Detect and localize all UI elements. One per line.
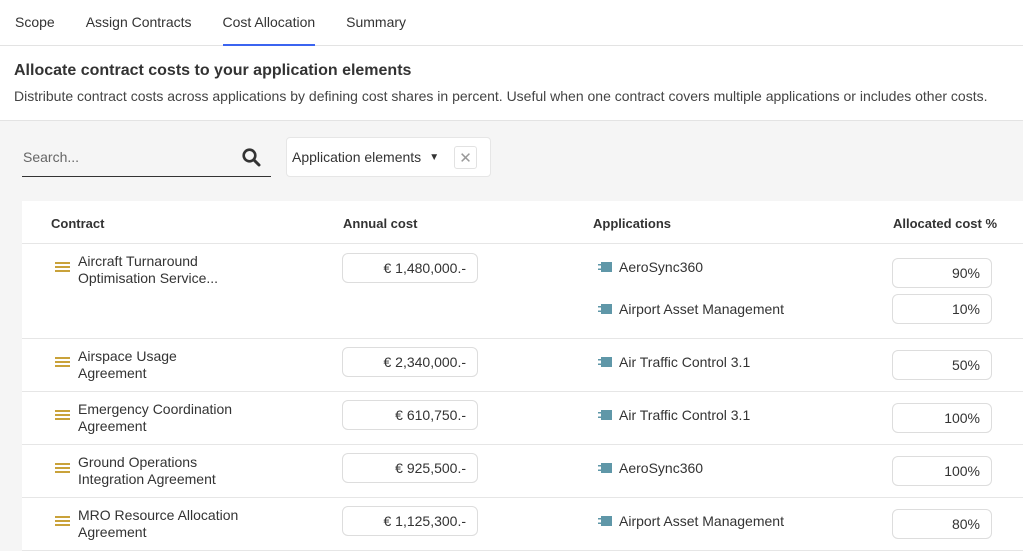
column-applications: Applications xyxy=(593,216,672,231)
search-box xyxy=(22,137,271,177)
column-annual-cost: Annual cost xyxy=(343,216,418,231)
table-row: Airspace Usage Agreement € 2,340,000.- Air… xyxy=(22,339,1023,392)
allocated-percent-input[interactable]: 50% xyxy=(892,350,992,380)
annual-cost-input[interactable]: € 610,750.- xyxy=(342,400,478,430)
column-contract: Contract xyxy=(51,216,105,231)
tab-cost-allocation[interactable]: Cost Allocation xyxy=(222,0,316,46)
contract-icon xyxy=(55,463,70,488)
application-elements-filter[interactable]: Application elements ▼ ✕ xyxy=(286,137,491,177)
application-icon xyxy=(598,463,612,473)
allocated-percent-input[interactable]: 100% xyxy=(892,403,992,433)
contract-icon xyxy=(55,516,70,541)
allocated-percent-input[interactable]: 90% xyxy=(892,258,992,288)
allocated-percent-input[interactable]: 100% xyxy=(892,456,992,486)
tab-bar: Scope Assign Contracts Cost Allocation S… xyxy=(0,0,1023,46)
application-icon xyxy=(598,357,612,367)
toolbar: Application elements ▼ ✕ xyxy=(0,121,1023,201)
application-item: AeroSync360 xyxy=(598,259,703,275)
search-input[interactable] xyxy=(22,148,232,165)
contract-icon xyxy=(55,262,70,287)
contract-name: Aircraft Turnaround Optimisation Service… xyxy=(78,253,219,286)
section-header: Allocate contract costs to your applicat… xyxy=(0,46,1023,121)
caret-down-icon: ▼ xyxy=(429,151,440,163)
contract-cell[interactable]: Airspace Usage Agreement xyxy=(55,348,248,382)
application-name: Air Traffic Control 3.1 xyxy=(619,354,751,370)
page-description: Distribute contract costs across applica… xyxy=(14,88,988,104)
table-row: Ground Operations Integration Agreement €… xyxy=(22,445,1023,498)
contract-icon xyxy=(55,357,70,382)
contract-cell[interactable]: Ground Operations Integration Agreement xyxy=(55,454,248,488)
tab-scope[interactable]: Scope xyxy=(15,0,55,46)
cost-allocation-table: Contract Annual cost Applications Alloca… xyxy=(22,201,1023,551)
page-title: Allocate contract costs to your applicat… xyxy=(14,62,412,79)
application-icon xyxy=(598,410,612,420)
annual-cost-input[interactable]: € 2,340,000.- xyxy=(342,347,478,377)
tab-assign-contracts[interactable]: Assign Contracts xyxy=(86,0,192,46)
application-name: Airport Asset Management xyxy=(619,301,784,317)
application-item: Airport Asset Management xyxy=(598,301,784,317)
annual-cost-input[interactable]: € 1,480,000.- xyxy=(342,253,478,283)
annual-cost-input[interactable]: € 1,125,300.- xyxy=(342,506,478,536)
table-row: Emergency Coordination Agreement € 610,75… xyxy=(22,392,1023,445)
application-name: Air Traffic Control 3.1 xyxy=(619,407,751,423)
contract-icon xyxy=(55,410,70,435)
contract-name: MRO Resource Allocation Agreement xyxy=(78,507,239,540)
application-item: Air Traffic Control 3.1 xyxy=(598,354,750,370)
application-item: Air Traffic Control 3.1 xyxy=(598,407,750,423)
allocated-percent-input[interactable]: 80% xyxy=(892,509,992,539)
annual-cost-input[interactable]: € 925,500.- xyxy=(342,453,478,483)
application-icon xyxy=(598,304,612,314)
contract-name: Emergency Coordination Agreement xyxy=(78,401,233,434)
application-icon xyxy=(598,262,612,272)
application-name: AeroSync360 xyxy=(619,460,704,476)
application-name: AeroSync360 xyxy=(619,259,704,275)
application-item: Airport Asset Management xyxy=(598,513,784,529)
application-icon xyxy=(598,516,612,526)
contract-cell[interactable]: Emergency Coordination Agreement xyxy=(55,401,248,435)
table-row: MRO Resource Allocation Agreement € 1,125… xyxy=(22,498,1023,551)
contract-name: Airspace Usage Agreement xyxy=(78,348,177,381)
close-icon[interactable]: ✕ xyxy=(454,146,477,169)
column-allocated-cost: Allocated cost % xyxy=(893,216,998,231)
search-icon[interactable] xyxy=(242,148,261,167)
application-item: AeroSync360 xyxy=(598,460,703,476)
application-name: Airport Asset Management xyxy=(619,513,784,529)
filter-label: Application elements xyxy=(292,149,422,165)
contract-cell[interactable]: MRO Resource Allocation Agreement xyxy=(55,507,248,541)
tab-summary[interactable]: Summary xyxy=(346,0,406,46)
allocated-percent-input[interactable]: 10% xyxy=(892,294,992,324)
table-header: Contract Annual cost Applications Alloca… xyxy=(22,201,1023,244)
contract-name: Ground Operations Integration Agreement xyxy=(78,454,216,487)
table-row: Aircraft Turnaround Optimisation Service… xyxy=(22,244,1023,339)
contract-cell[interactable]: Aircraft Turnaround Optimisation Service… xyxy=(55,253,248,287)
